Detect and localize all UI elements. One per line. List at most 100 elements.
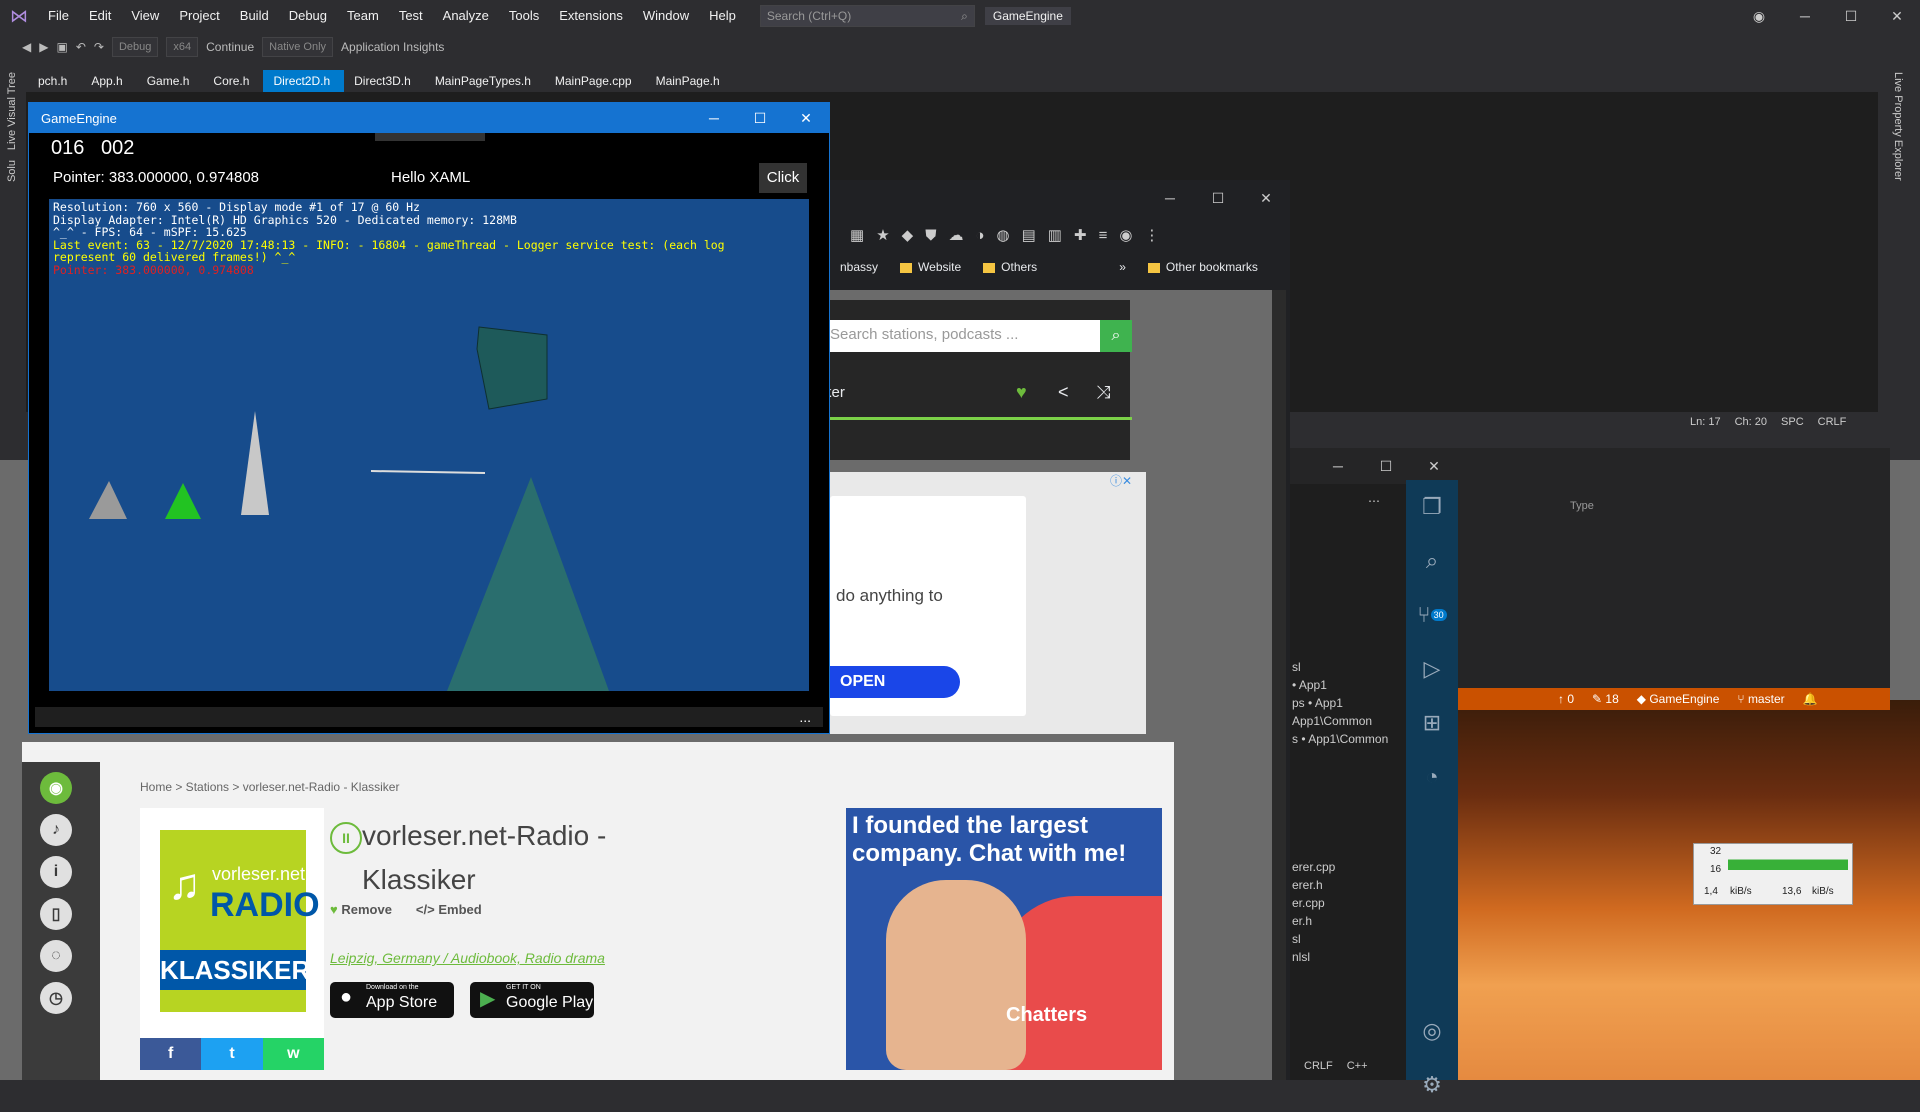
maximize-icon[interactable]: ☐ [1194, 180, 1242, 216]
extension-icon[interactable]: ▦ [850, 226, 864, 244]
scrollbar[interactable] [1272, 290, 1286, 1080]
back-icon[interactable]: ◀ [22, 40, 31, 54]
menu-analyze[interactable]: Analyze [433, 0, 499, 32]
language-mode[interactable]: C++ [1347, 1060, 1368, 1072]
timeline-icon[interactable]: ◔ [1406, 750, 1458, 804]
line-ending[interactable]: CRLF [1304, 1060, 1333, 1072]
close-icon[interactable]: ✕ [1242, 180, 1290, 216]
menu-edit[interactable]: Edit [79, 0, 121, 32]
tab-mainpagetypes-h[interactable]: MainPageTypes.h [425, 70, 545, 92]
minimize-icon[interactable]: ─ [1782, 0, 1828, 32]
tab-core-h[interactable]: Core.h [203, 70, 263, 92]
extension-icon[interactable]: ◑ [975, 227, 984, 244]
google-play-badge[interactable]: ▶ GET IT ON Google Play [470, 982, 594, 1018]
puzzle-icon[interactable]: ✚ [1074, 226, 1087, 244]
render-canvas[interactable]: Resolution: 760 x 560 - Display mode #1 … [49, 199, 809, 691]
git-branch[interactable]: ⑂ master [1737, 692, 1784, 706]
tab-app-h[interactable]: App.h [81, 70, 136, 92]
menu-build[interactable]: Build [230, 0, 279, 32]
maximize-icon[interactable]: ☐ [737, 110, 783, 127]
extensions-icon[interactable]: ⊞ [1406, 696, 1458, 750]
extension-icon[interactable]: ★ [876, 226, 889, 244]
facebook-icon[interactable]: f [140, 1038, 202, 1070]
explorer-icon[interactable]: ❐ [1406, 480, 1458, 534]
bell-icon[interactable]: 🔔 [1803, 692, 1818, 706]
continue-button[interactable]: Continue [206, 40, 254, 54]
save-icon[interactable]: ▣ [56, 40, 67, 54]
mobile-icon[interactable]: ▯ [40, 898, 72, 930]
ad-chatbot[interactable]: I founded the largest company. Chat with… [846, 808, 1162, 1070]
shield-icon[interactable]: ⛊ [925, 227, 936, 244]
config-select[interactable]: Debug [111, 37, 159, 57]
menu-view[interactable]: View [121, 0, 169, 32]
extension-icon[interactable]: ▥ [1048, 226, 1062, 244]
station-tags[interactable]: Leipzig, Germany / Audiobook, Radio dram… [330, 950, 605, 966]
remove-favorite-button[interactable]: ♥ Remove [330, 902, 392, 917]
info-icon[interactable]: i [40, 856, 72, 888]
embed-button[interactable]: </> Embed [416, 902, 482, 917]
share-icon[interactable]: < [1058, 382, 1069, 403]
minimize-icon[interactable]: ─ [1146, 180, 1194, 216]
ad-close-icon[interactable]: ⓘ✕ [1110, 472, 1132, 489]
settings-gear-icon[interactable]: ⚙ [1406, 1058, 1458, 1112]
bookmark-item[interactable]: nbassy [840, 260, 878, 274]
git-push-count[interactable]: ↑ 0 [1558, 692, 1574, 706]
undo-icon[interactable]: ↶ [76, 40, 86, 54]
menu-tools[interactable]: Tools [499, 0, 549, 32]
platform-select[interactable]: x64 [166, 37, 199, 57]
menu-extensions[interactable]: Extensions [549, 0, 633, 32]
ad-open-button[interactable]: OPEN [810, 666, 960, 698]
tab-mainpage-cpp[interactable]: MainPage.cpp [545, 70, 646, 92]
heart-icon[interactable]: ♥ [1016, 382, 1027, 403]
menu-window[interactable]: Window [633, 0, 699, 32]
grid-icon[interactable]: ▤ [1022, 226, 1036, 244]
tab-game-h[interactable]: Game.h [137, 70, 204, 92]
cloud-icon[interactable]: ☁ [948, 226, 963, 244]
menu-test[interactable]: Test [389, 0, 433, 32]
progress-handle[interactable] [375, 133, 485, 141]
menu-help[interactable]: Help [699, 0, 746, 32]
live-visual-tree-tab[interactable]: Live Visual Tree [6, 72, 18, 150]
whatsapp-icon[interactable]: w [262, 1038, 324, 1070]
redo-icon[interactable]: ↷ [94, 40, 104, 54]
twitter-icon[interactable]: t [201, 1038, 263, 1070]
menu-team[interactable]: Team [337, 0, 389, 32]
minimize-icon[interactable]: ─ [691, 110, 737, 126]
git-repo[interactable]: ◆ GameEngine [1637, 692, 1720, 706]
close-icon[interactable]: ✕ [1410, 448, 1458, 484]
minimize-icon[interactable]: ─ [1314, 448, 1362, 484]
bookmark-website[interactable]: Website [900, 260, 961, 274]
insights-button[interactable]: Application Insights [341, 40, 444, 54]
pause-button[interactable]: II [330, 822, 362, 854]
other-bookmarks[interactable]: Other bookmarks [1147, 260, 1258, 274]
breadcrumb[interactable]: Home > Stations > vorleser.net-Radio - K… [140, 780, 399, 794]
playlist-icon[interactable]: ≡ [1099, 227, 1108, 244]
music-note-icon[interactable]: ♪ [40, 814, 72, 846]
bookmarks-overflow[interactable]: » [1119, 260, 1126, 274]
close-icon[interactable]: ✕ [1874, 0, 1920, 32]
extension-icon[interactable]: ◆ [902, 226, 914, 244]
maximize-icon[interactable]: ☐ [1828, 0, 1874, 32]
shuffle-icon[interactable]: ⤨ [1096, 382, 1110, 403]
menu-project[interactable]: Project [169, 0, 229, 32]
clock-icon[interactable]: ◷ [40, 982, 72, 1014]
live-property-explorer-tab[interactable]: Live Property Explorer [1892, 72, 1904, 181]
menu-file[interactable]: File [38, 0, 79, 32]
click-button[interactable]: Click [759, 163, 807, 193]
profile-avatar[interactable]: ◉ [1119, 226, 1132, 244]
tab-direct3d-h[interactable]: Direct3D.h [344, 70, 425, 92]
source-control-icon[interactable]: ⑂ 30 [1406, 588, 1458, 642]
run-debug-icon[interactable]: ▷ [1406, 642, 1458, 696]
vs-search-input[interactable]: Search (Ctrl+Q) ⌕ [759, 5, 975, 27]
indent-mode[interactable]: SPC [1781, 412, 1804, 432]
station-search-input[interactable]: Search stations, podcasts ... [810, 320, 1100, 352]
game-footer-more[interactable]: ... [35, 707, 823, 727]
account-icon[interactable]: ◉ [1736, 0, 1782, 32]
git-changes[interactable]: ✎ 18 [1592, 692, 1619, 706]
menu-debug[interactable]: Debug [279, 0, 337, 32]
search-icon[interactable]: ⌕ [1406, 534, 1458, 588]
community-icon[interactable]: ◌ [40, 940, 72, 972]
close-icon[interactable]: ✕ [783, 110, 829, 127]
app-store-badge[interactable]: ● Download on the App Store [330, 982, 454, 1018]
tab-direct2d-h[interactable]: Direct2D.h [263, 70, 345, 92]
